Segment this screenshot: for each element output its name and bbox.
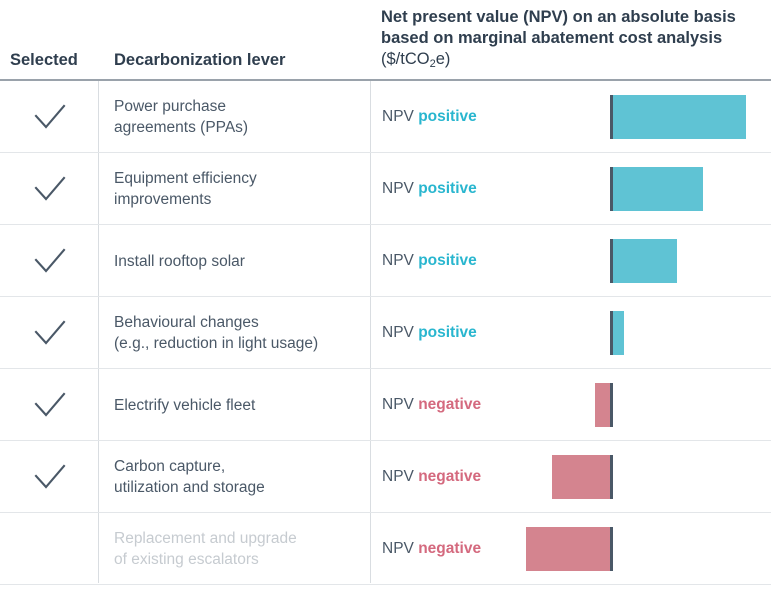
table-row[interactable]: Behavioural changes (e.g., reduction in … bbox=[0, 297, 771, 369]
check-icon[interactable] bbox=[34, 392, 66, 423]
npv-bar bbox=[611, 239, 677, 283]
cell-selected[interactable] bbox=[0, 441, 98, 513]
check-icon[interactable] bbox=[34, 104, 66, 135]
table-row[interactable]: Install rooftop solar NPV positive bbox=[0, 225, 771, 297]
lever-label: Equipment efficiency improvements bbox=[114, 170, 257, 208]
lever-label: Electrify vehicle fleet bbox=[114, 396, 256, 414]
npv-bar-area bbox=[371, 81, 771, 153]
cell-selected[interactable] bbox=[0, 297, 98, 369]
table-row[interactable]: Replacement and upgrade of existing esca… bbox=[0, 513, 771, 585]
cell-npv: NPV positive bbox=[371, 81, 771, 153]
lever-label: Install rooftop solar bbox=[114, 252, 245, 270]
lever-label: Replacement and upgrade of existing esca… bbox=[114, 530, 297, 568]
column-header-npv-unit-prefix: ($/tCO bbox=[381, 50, 430, 68]
npv-bar-area bbox=[371, 441, 771, 513]
zero-axis-line bbox=[610, 455, 613, 499]
check-icon[interactable] bbox=[34, 464, 66, 495]
cell-npv: NPV negative bbox=[371, 369, 771, 441]
cell-npv: NPV positive bbox=[371, 297, 771, 369]
cell-selected[interactable] bbox=[0, 513, 98, 585]
npv-bar bbox=[611, 167, 703, 211]
cell-lever: Behavioural changes (e.g., reduction in … bbox=[99, 297, 370, 369]
cell-lever: Equipment efficiency improvements bbox=[99, 153, 370, 225]
cell-npv: NPV positive bbox=[371, 225, 771, 297]
zero-axis-line bbox=[610, 239, 613, 283]
column-header-selected: Selected bbox=[10, 51, 78, 69]
check-icon[interactable] bbox=[34, 248, 66, 279]
npv-bar-area bbox=[371, 513, 771, 585]
column-header-npv-unit-suffix: e) bbox=[435, 50, 451, 68]
cell-npv: NPV positive bbox=[371, 153, 771, 225]
cell-npv: NPV negative bbox=[371, 441, 771, 513]
zero-axis-line bbox=[610, 311, 613, 355]
zero-axis-line bbox=[610, 527, 613, 571]
npv-bar-area bbox=[371, 297, 771, 369]
column-header-npv-bold: Net present value (NPV) on an absolute b… bbox=[381, 8, 736, 47]
lever-label: Carbon capture, utilization and storage bbox=[114, 458, 265, 496]
cell-lever: Install rooftop solar bbox=[99, 225, 370, 297]
cell-lever: Power purchase agreements (PPAs) bbox=[99, 81, 370, 153]
npv-decarbonization-table: Selected Decarbonization lever Net prese… bbox=[0, 0, 771, 613]
zero-axis-line bbox=[610, 95, 613, 139]
table-row[interactable]: Power purchase agreements (PPAs) NPV posi… bbox=[0, 81, 771, 153]
table-row[interactable]: Equipment efficiency improvements NPV pos… bbox=[0, 153, 771, 225]
zero-axis-line bbox=[610, 383, 613, 427]
column-header-lever: Decarbonization lever bbox=[114, 51, 286, 69]
cell-selected[interactable] bbox=[0, 81, 98, 153]
npv-bar bbox=[611, 95, 746, 139]
lever-label: Behavioural changes (e.g., reduction in … bbox=[114, 314, 319, 352]
check-icon[interactable] bbox=[34, 176, 66, 207]
cell-npv: NPV negative bbox=[371, 513, 771, 585]
cell-lever: Replacement and upgrade of existing esca… bbox=[99, 513, 370, 585]
check-icon[interactable] bbox=[34, 320, 66, 351]
cell-lever: Carbon capture, utilization and storage bbox=[99, 441, 370, 513]
npv-bar-area bbox=[371, 225, 771, 297]
npv-bar bbox=[552, 455, 611, 499]
npv-bar bbox=[595, 383, 611, 427]
npv-bar bbox=[526, 527, 611, 571]
column-header-npv: Net present value (NPV) on an absolute b… bbox=[381, 7, 761, 72]
table-body: Power purchase agreements (PPAs) NPV posi… bbox=[0, 81, 771, 585]
cell-lever: Electrify vehicle fleet bbox=[99, 369, 370, 441]
cell-selected[interactable] bbox=[0, 225, 98, 297]
npv-bar-area bbox=[371, 153, 771, 225]
column-header-npv-unit-sub: 2 bbox=[429, 58, 436, 70]
table-header: Selected Decarbonization lever Net prese… bbox=[0, 0, 771, 81]
npv-bar-area bbox=[371, 369, 771, 441]
table-row[interactable]: Electrify vehicle fleet NPV negative bbox=[0, 369, 771, 441]
cell-selected[interactable] bbox=[0, 369, 98, 441]
row-divider bbox=[0, 584, 771, 585]
zero-axis-line bbox=[610, 167, 613, 211]
lever-label: Power purchase agreements (PPAs) bbox=[114, 98, 249, 136]
table-row[interactable]: Carbon capture, utilization and storage N… bbox=[0, 441, 771, 513]
cell-selected[interactable] bbox=[0, 153, 98, 225]
